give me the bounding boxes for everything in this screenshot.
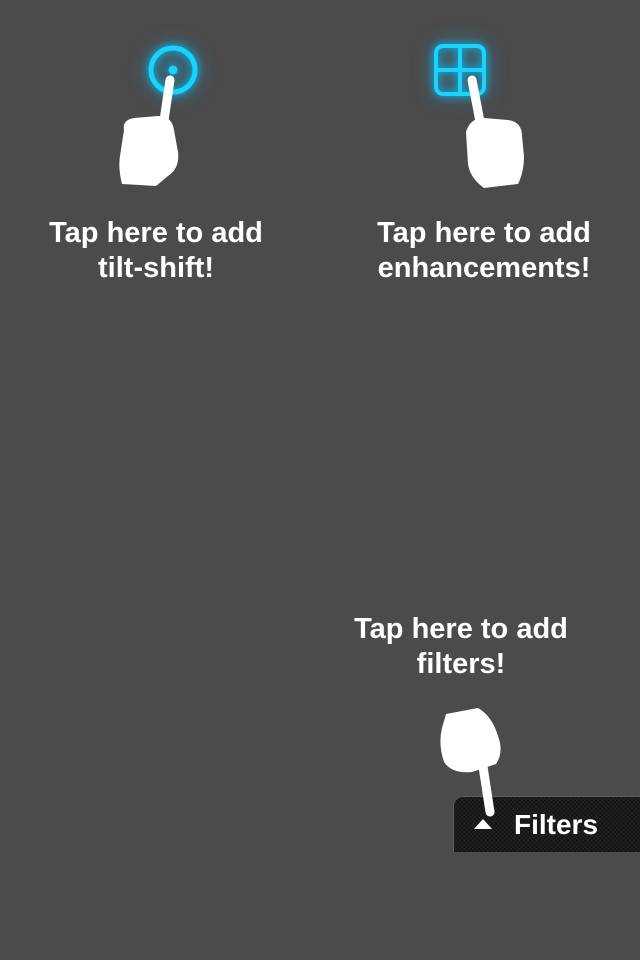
pointing-hand-icon (440, 708, 501, 817)
tilt-shift-hint-line1: Tap here to add (49, 217, 263, 249)
enhancements-hint-line2: enhancements! (377, 252, 591, 284)
filters-hint-line1: Tap here to add (354, 613, 568, 645)
filters-button-label: Filters (514, 808, 599, 840)
enhancements-hint-line1: Tap here to add (377, 217, 591, 249)
filters-hint-line2: filters! (416, 648, 506, 680)
pointing-hand-icon (466, 75, 524, 188)
tilt-shift-hint-line2: tilt-shift! (98, 252, 214, 284)
enhancements-hint: Tap here to add enhancements! (350, 216, 618, 286)
filters-hint: Tap here to add filters! (330, 612, 592, 682)
caret-up-icon (474, 818, 492, 829)
pointing-hand-icon (119, 75, 179, 186)
tilt-shift-hint: Tap here to add tilt-shift! (30, 216, 282, 286)
